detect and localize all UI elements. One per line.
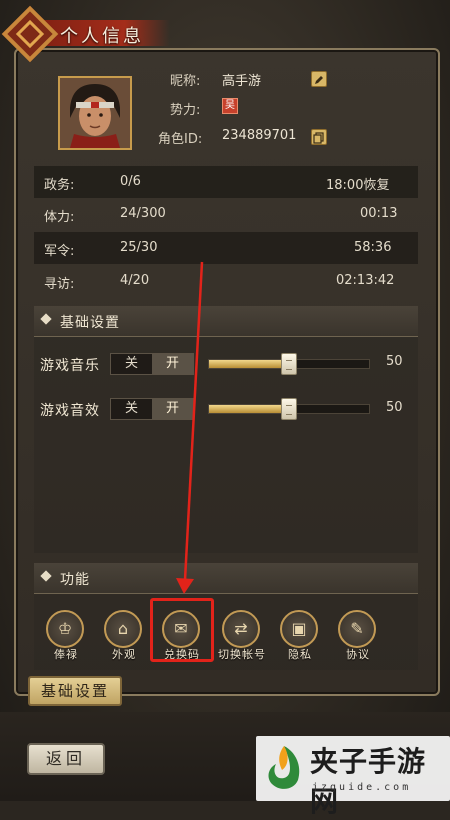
watermark-title: 夹子手游网	[310, 745, 427, 818]
tab-basic-settings[interactable]: 基础设置	[28, 676, 122, 706]
watermark-logo-icon	[268, 746, 300, 789]
watermark: 夹子手游网 jzguide.com	[256, 736, 450, 818]
watermark-subtitle: jzguide.com	[312, 782, 412, 793]
back-button[interactable]: 返回	[27, 743, 105, 775]
